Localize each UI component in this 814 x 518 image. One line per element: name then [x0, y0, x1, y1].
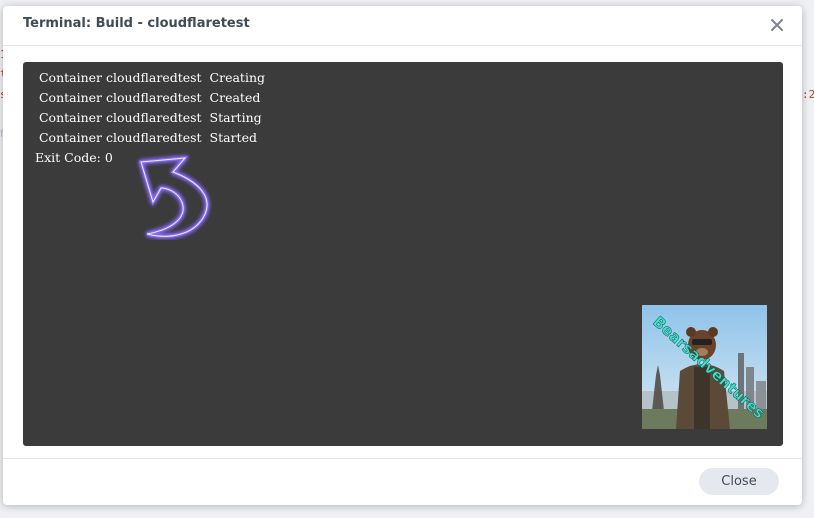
close-button[interactable]: Close	[699, 468, 779, 495]
close-icon[interactable]	[766, 14, 788, 36]
terminal-line: Container cloudflaredtest Starting	[35, 110, 262, 125]
bear-photo-image: Bearsadventures	[642, 305, 767, 429]
dialog-footer: Close	[3, 458, 802, 506]
terminal-output[interactable]: Container cloudflaredtest Creating Conta…	[23, 62, 783, 446]
dialog-title: Terminal: Build - cloudflaretest	[23, 16, 250, 31]
curved-arrow-icon	[139, 156, 209, 238]
terminal-line: Container cloudflaredtest Creating	[35, 70, 265, 85]
dialog-header: Terminal: Build - cloudflaretest	[3, 6, 802, 46]
terminal-line: Container cloudflaredtest Created	[35, 90, 261, 105]
terminal-dialog: Terminal: Build - cloudflaretest Contain…	[3, 6, 802, 505]
background-text-fragment: :2	[802, 88, 814, 101]
watermark-badge: Bearsadventures	[642, 305, 767, 429]
terminal-line: Container cloudflaredtest Started	[35, 130, 257, 145]
